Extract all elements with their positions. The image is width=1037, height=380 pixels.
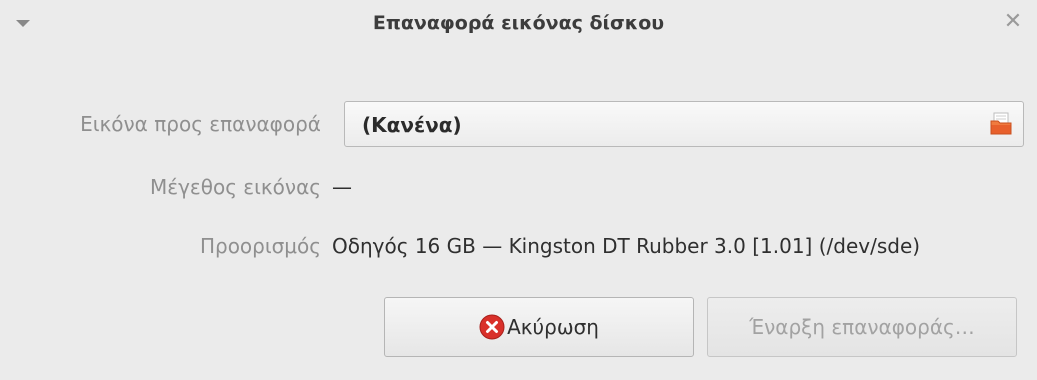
destination-label: Προορισμός xyxy=(199,234,321,258)
start-restore-button[interactable]: Έναρξη επαναφοράς… xyxy=(707,297,1017,357)
dialog-title: Επαναφορά εικόνας δίσκου xyxy=(372,12,665,34)
cancel-button[interactable]: Ακύρωση xyxy=(384,297,694,357)
cancel-button-label: Ακύρωση xyxy=(507,315,599,339)
start-restore-button-label: Έναρξη επαναφοράς… xyxy=(749,315,975,339)
cancel-icon xyxy=(479,314,505,340)
folder-icon xyxy=(990,112,1012,135)
image-to-restore-label: Εικόνα προς επαναφορά xyxy=(80,112,321,136)
image-file-chooser-button[interactable]: (Κανένα) xyxy=(344,101,1024,147)
close-icon[interactable]: ✕ xyxy=(1003,10,1023,34)
restore-disk-image-dialog: Επαναφορά εικόνας δίσκου ✕ Εικόνα προς ε… xyxy=(0,0,1037,380)
window-menu-icon[interactable] xyxy=(16,20,30,27)
destination-value: Οδηγός 16 GB — Kingston DT Rubber 3.0 [1… xyxy=(332,234,921,258)
image-size-label: Μέγεθος εικόνας xyxy=(150,175,321,199)
image-size-value: — xyxy=(332,175,352,199)
title-bar: Επαναφορά εικόνας δίσκου ✕ xyxy=(0,0,1037,56)
image-file-value: (Κανένα) xyxy=(362,113,462,137)
